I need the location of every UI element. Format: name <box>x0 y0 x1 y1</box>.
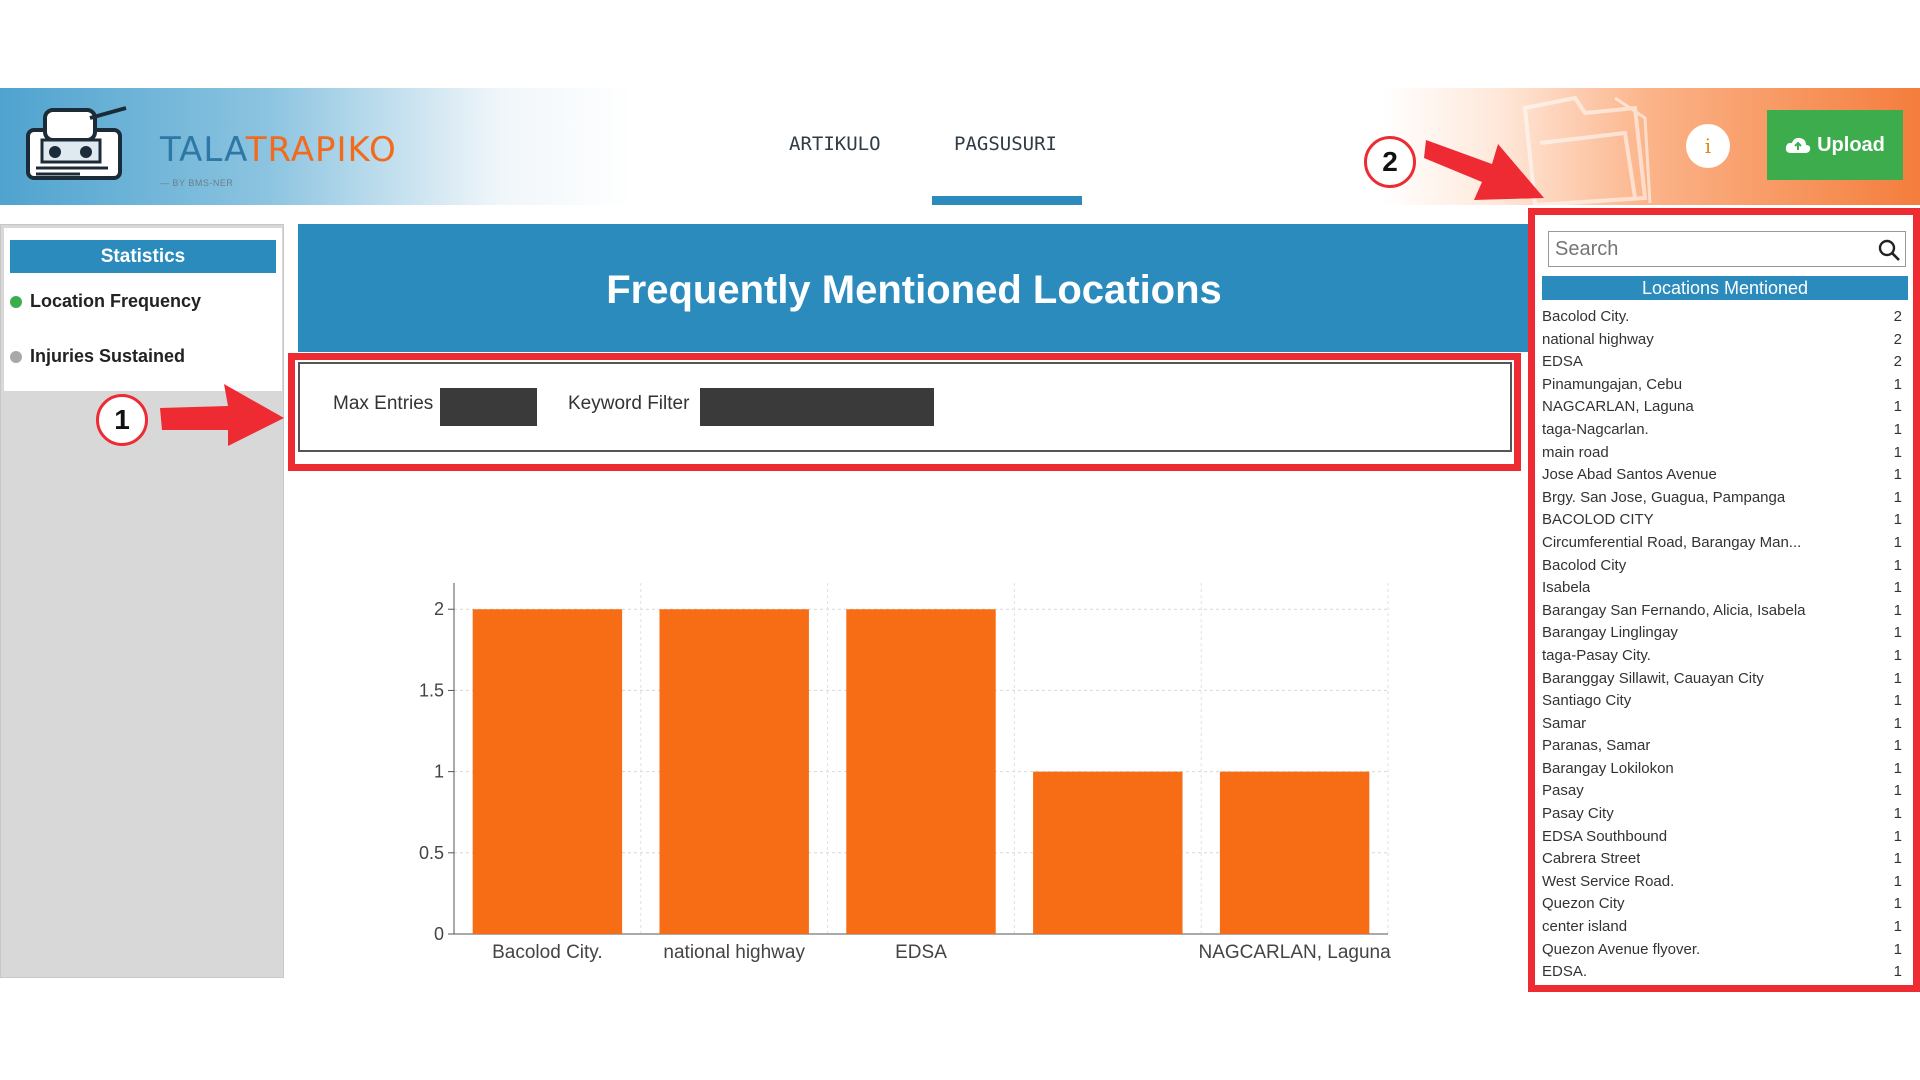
annotation-arrow-1-icon <box>160 384 284 446</box>
app-screen: TALATRAPIKO — BY BMS-NER ARTIKULO PAGSUS… <box>0 0 1920 1080</box>
cloud-upload-icon <box>1785 137 1811 153</box>
chart-bar <box>1219 771 1370 934</box>
top-header: TALATRAPIKO — BY BMS-NER ARTIKULO PAGSUS… <box>0 88 1920 205</box>
statistics-sidebar: Statistics Location Frequency Injuries S… <box>0 224 284 978</box>
chart-bar <box>659 609 809 934</box>
annotation-box-2 <box>1528 208 1920 992</box>
chart-bar <box>846 609 996 934</box>
y-tick-label: 1.5 <box>419 680 444 700</box>
tab-artikulo[interactable]: ARTIKULO <box>789 133 881 155</box>
upload-label: Upload <box>1817 133 1885 156</box>
x-tick-label: Bacolod City. <box>492 942 603 963</box>
chart-bar <box>472 609 623 934</box>
annotation-box-1 <box>288 353 1521 471</box>
logo-text-trapiko: TRAPIKO <box>245 130 397 170</box>
chart-bar <box>1033 771 1183 934</box>
tab-pagsusuri[interactable]: PAGSUSURI <box>954 133 1057 155</box>
app-logo[interactable]: TALATRAPIKO — BY BMS-NER <box>20 100 396 195</box>
bar-chart: 0 0.5 1 1.5 2 Bacolod City. national highway ED… <box>419 583 1391 963</box>
sidebar-item-injuries-sustained[interactable]: Injuries Sustained <box>10 346 185 367</box>
x-tick-label: NAGCARLAN, Laguna <box>1198 942 1391 963</box>
sidebar-item-label: Injuries Sustained <box>30 346 186 366</box>
logo-truck-icon <box>26 106 127 180</box>
logo-text-tala: TALA <box>160 130 246 170</box>
sidebar-item-location-frequency[interactable]: Location Frequency <box>10 291 201 312</box>
active-tab-indicator <box>932 196 1082 205</box>
y-tick-label: 0 <box>434 924 444 944</box>
info-button[interactable]: i <box>1686 124 1730 168</box>
y-tick-label: 1 <box>434 762 444 782</box>
status-dot-icon <box>10 350 22 363</box>
page-title: Frequently Mentioned Locations <box>298 224 1530 352</box>
logo-subtitle: — BY BMS-NER <box>160 178 234 188</box>
y-tick-label: 2 <box>434 599 444 619</box>
x-tick-label: national highway <box>663 942 805 963</box>
location-frequency-chart: 0 0.5 1 1.5 2 Bacolod City. national highway ED… <box>298 452 1530 978</box>
annotation-marker-1: 1 <box>96 394 148 446</box>
annotation-marker-2: 2 <box>1364 136 1416 188</box>
x-tick-label: EDSA <box>895 942 947 963</box>
sidebar-title: Statistics <box>10 240 276 273</box>
sidebar-item-label: Location Frequency <box>30 291 202 311</box>
upload-button[interactable]: Upload <box>1767 110 1903 180</box>
annotation-arrow-2-icon <box>1424 140 1544 200</box>
status-dot-icon <box>10 295 22 308</box>
y-tick-label: 0.5 <box>419 843 444 863</box>
